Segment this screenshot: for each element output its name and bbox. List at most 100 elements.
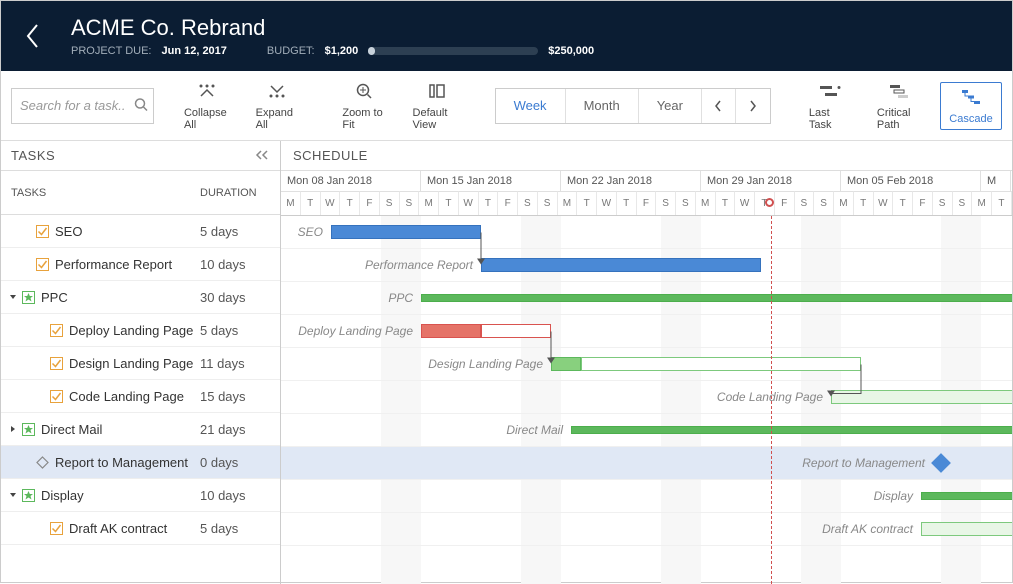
day-header-cell: F xyxy=(913,191,933,215)
chevron-right-icon xyxy=(749,100,757,112)
task-type-icon xyxy=(49,389,63,403)
task-name: Direct Mail xyxy=(41,422,102,437)
last-task-button[interactable]: Last Task xyxy=(799,77,861,135)
bar-label: SEO xyxy=(298,225,323,239)
gantt-row[interactable]: Report to Management xyxy=(281,447,1012,480)
gantt-bar[interactable] xyxy=(421,324,481,338)
task-name: Code Landing Page xyxy=(69,389,184,404)
collapse-all-button[interactable]: Collapse All xyxy=(174,77,240,135)
day-header-cell: S xyxy=(656,191,676,215)
day-header-cell: F xyxy=(498,191,518,215)
bar-label: Report to Management xyxy=(802,456,925,470)
col-tasks[interactable]: TASKS xyxy=(1,187,200,199)
day-header-cell: S xyxy=(814,191,834,215)
task-duration: 30 days xyxy=(200,290,280,305)
back-button[interactable] xyxy=(13,16,53,56)
task-row[interactable]: Design Landing Page11 days xyxy=(1,347,280,380)
header-content: ACME Co. Rebrand PROJECT DUE: Jun 12, 20… xyxy=(71,15,1000,57)
gantt-rows[interactable]: SEO Performance ReportPPCDeploy Landing P… xyxy=(281,216,1012,584)
milestone-diamond[interactable] xyxy=(931,453,951,473)
gantt-bar[interactable] xyxy=(331,225,481,239)
default-view-icon xyxy=(428,81,446,101)
project-title: ACME Co. Rebrand xyxy=(71,15,1000,41)
task-row[interactable]: Code Landing Page15 days xyxy=(1,380,280,413)
double-chevron-left-icon xyxy=(254,150,270,160)
gantt-bar[interactable] xyxy=(831,390,1012,404)
gantt-bar[interactable] xyxy=(481,258,761,272)
day-header-cell: M xyxy=(834,191,854,215)
gantt-bar[interactable] xyxy=(921,492,1012,500)
gantt-bar[interactable] xyxy=(921,522,1012,536)
gantt-bar[interactable] xyxy=(421,294,1012,302)
day-header-cell: M xyxy=(696,191,716,215)
gantt-bar[interactable] xyxy=(551,357,581,371)
day-header-cell: M xyxy=(972,191,992,215)
week-segment[interactable]: Week xyxy=(496,89,566,123)
gantt-row[interactable]: Performance Report xyxy=(281,249,1012,282)
day-header-cell: T xyxy=(301,191,321,215)
week-header-cell: M xyxy=(981,171,1011,191)
next-period-button[interactable] xyxy=(736,89,770,123)
gantt-row[interactable]: Design Landing Page xyxy=(281,348,1012,381)
day-header-cell: W xyxy=(459,191,479,215)
budget-total: $250,000 xyxy=(548,45,594,57)
gantt-bar-planned[interactable] xyxy=(481,324,551,338)
zoom-to-fit-button[interactable]: Zoom to Fit xyxy=(332,77,396,135)
task-row[interactable]: Direct Mail 21 days xyxy=(1,413,280,446)
task-row[interactable]: Deploy Landing Page5 days xyxy=(1,314,280,347)
gantt-bar-planned[interactable] xyxy=(581,357,861,371)
task-row[interactable]: SEO5 days xyxy=(1,215,280,248)
cascade-label: Cascade xyxy=(949,113,992,125)
task-row[interactable]: PPC30 days xyxy=(1,281,280,314)
task-type-icon xyxy=(49,356,63,370)
day-header-cell: T xyxy=(992,191,1012,215)
search-input[interactable] xyxy=(11,88,154,124)
task-row[interactable]: Report to Management0 days xyxy=(1,446,280,479)
gantt-row[interactable]: Direct Mail xyxy=(281,414,1012,447)
day-header-cell: T xyxy=(854,191,874,215)
gantt-row[interactable]: Draft AK contract xyxy=(281,513,1012,546)
year-segment[interactable]: Year xyxy=(639,89,702,123)
gantt-row[interactable]: PPC xyxy=(281,282,1012,315)
toolbar: Collapse All Expand All Zoom to Fit Defa… xyxy=(1,71,1012,141)
gantt-bar[interactable] xyxy=(571,426,1012,434)
expand-all-button[interactable]: Expand All xyxy=(246,77,308,135)
day-header-cell: W xyxy=(735,191,755,215)
default-view-button[interactable]: Default View xyxy=(403,77,472,135)
day-header-cell: T xyxy=(577,191,597,215)
project-meta: PROJECT DUE: Jun 12, 2017 BUDGET: $1,200… xyxy=(71,45,1000,57)
time-range-segmented: Week Month Year xyxy=(495,88,771,124)
task-type-icon xyxy=(35,224,49,238)
day-header-cell: S xyxy=(953,191,973,215)
day-header-cell: S xyxy=(518,191,538,215)
expander-icon[interactable] xyxy=(7,425,19,433)
col-duration[interactable]: DURATION xyxy=(200,187,280,199)
gantt-row[interactable]: Display xyxy=(281,480,1012,513)
cascade-button[interactable]: Cascade xyxy=(940,82,1002,130)
schedule-label: SCHEDULE xyxy=(281,141,1012,171)
month-segment[interactable]: Month xyxy=(566,89,639,123)
gantt-row[interactable]: Deploy Landing Page xyxy=(281,315,1012,348)
task-rows-container: SEO5 daysPerformance Report10 daysPPC30 … xyxy=(1,215,280,584)
task-duration: 21 days xyxy=(200,422,280,437)
expander-icon[interactable] xyxy=(7,293,19,301)
pane-collapse-button[interactable] xyxy=(254,148,270,163)
bar-label: Code Landing Page xyxy=(717,390,823,404)
budget-label: BUDGET: xyxy=(267,45,315,57)
day-header-cell: T xyxy=(716,191,736,215)
gantt-row[interactable]: SEO xyxy=(281,216,1012,249)
task-duration: 5 days xyxy=(200,224,280,239)
prev-period-button[interactable] xyxy=(702,89,736,123)
gantt-row[interactable]: Code Landing Page xyxy=(281,381,1012,414)
expander-icon[interactable] xyxy=(7,491,19,499)
task-row[interactable]: Draft AK contract5 days xyxy=(1,512,280,545)
task-row[interactable]: Display10 days xyxy=(1,479,280,512)
collapse-icon xyxy=(198,81,216,101)
critical-path-icon xyxy=(889,81,911,101)
critical-path-button[interactable]: Critical Path xyxy=(867,77,934,135)
due-value: Jun 12, 2017 xyxy=(161,45,226,57)
task-row[interactable]: Performance Report10 days xyxy=(1,248,280,281)
day-header-cell: T xyxy=(479,191,499,215)
search-icon[interactable] xyxy=(134,97,148,114)
tasks-pane: TASKS TASKS DURATION SEO5 daysPerformanc… xyxy=(1,141,281,584)
